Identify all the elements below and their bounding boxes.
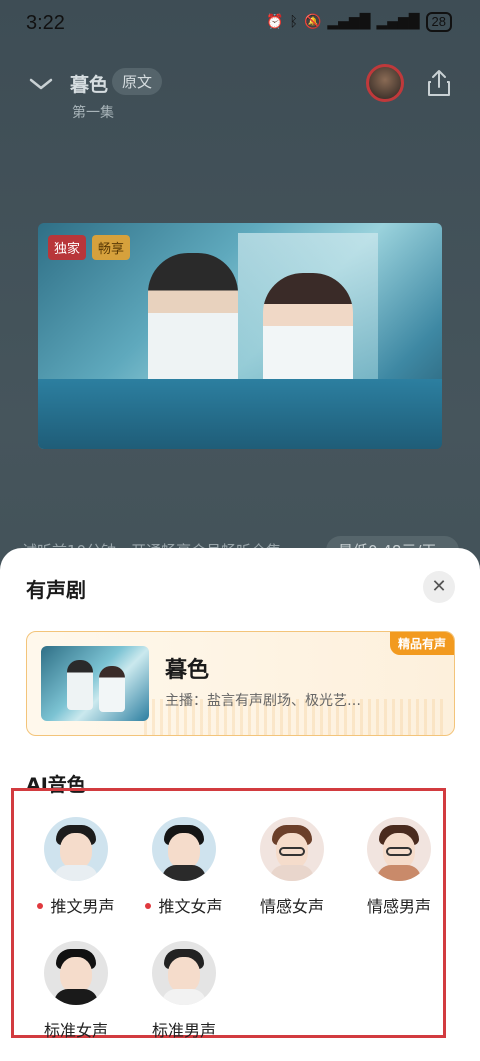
- mute-icon: 🔕: [303, 14, 322, 30]
- audio-drama-sheet: 有声剧 ✕ 暮色 主播：盐言有声剧场、极光艺… 精品有声 AI音色 推文男声 推…: [0, 548, 480, 1061]
- voice-option-tuiwen-female[interactable]: 推文女声: [134, 817, 234, 917]
- thumb-figure-male: [67, 660, 93, 710]
- cover-bed: [38, 379, 442, 449]
- close-icon[interactable]: ✕: [423, 571, 455, 603]
- voice-avatar: [152, 941, 216, 1005]
- voice-label: 情感女声: [259, 897, 324, 916]
- voice-avatar: [152, 817, 216, 881]
- voice-option-standard-male[interactable]: 标准男声: [134, 941, 234, 1041]
- voice-label: 情感男声: [366, 897, 431, 916]
- alarm-icon: ⏰: [266, 14, 284, 30]
- player-title: 暮色: [70, 74, 109, 96]
- enjoy-tag: 畅享: [92, 235, 131, 260]
- voice-option-emotional-female[interactable]: 情感女声: [242, 817, 342, 917]
- exclusive-tag: 独家: [48, 235, 87, 260]
- narrator-avatar[interactable]: [366, 64, 404, 102]
- battery-icon: 28: [425, 12, 452, 32]
- status-bar: 3:22 ⏰ ᛒ 🔕 ▂▄▆█ ▂▄▆█ 28: [0, 0, 480, 48]
- drama-thumbnail: [41, 646, 149, 721]
- cover-image: 独家 畅享: [38, 223, 442, 449]
- new-dot-icon: [37, 902, 44, 909]
- new-dot-icon: [145, 902, 152, 909]
- player-header: 暮色 原文 第一集: [0, 64, 480, 124]
- drama-name: 暮色: [165, 658, 210, 683]
- share-icon[interactable]: [426, 68, 452, 98]
- status-time: 3:22: [26, 12, 65, 34]
- voice-avatar: [44, 817, 108, 881]
- sheet-title: 有声剧: [26, 578, 86, 602]
- status-icons: ⏰ ᛒ 🔕 ▂▄▆█ ▂▄▆█ 28: [266, 12, 452, 32]
- voice-option-tuiwen-male[interactable]: 推文男声: [26, 817, 126, 917]
- drama-host: 主播：盐言有声剧场、极光艺…: [165, 693, 361, 709]
- voice-option-emotional-male[interactable]: 情感男声: [349, 817, 449, 917]
- thumb-figure-female: [99, 666, 125, 712]
- signal-icon-2: ▂▄▆█: [376, 14, 420, 30]
- voice-avatar: [44, 941, 108, 1005]
- voice-avatar: [260, 817, 324, 881]
- ai-voice-list: 推文男声 推文女声 情感女声 情感男声 标准女声 标准男声: [11, 788, 449, 1041]
- premium-badge: 精品有声: [389, 632, 454, 655]
- voice-option-standard-female[interactable]: 标准女声: [26, 941, 126, 1041]
- episode-label: 第一集: [72, 105, 114, 121]
- voice-label: 推文男声: [50, 897, 115, 916]
- voice-label: 标准女声: [43, 1021, 108, 1040]
- drama-card[interactable]: 暮色 主播：盐言有声剧场、极光艺… 精品有声: [26, 631, 455, 736]
- original-text-button[interactable]: 原文: [112, 68, 163, 95]
- signal-icon: ▂▄▆█: [327, 14, 371, 30]
- voice-label: 标准男声: [151, 1021, 216, 1040]
- chevron-down-icon[interactable]: [28, 74, 54, 94]
- voice-label: 推文女声: [158, 897, 223, 916]
- voice-avatar: [367, 817, 431, 881]
- bluetooth-icon: ᛒ: [289, 14, 298, 30]
